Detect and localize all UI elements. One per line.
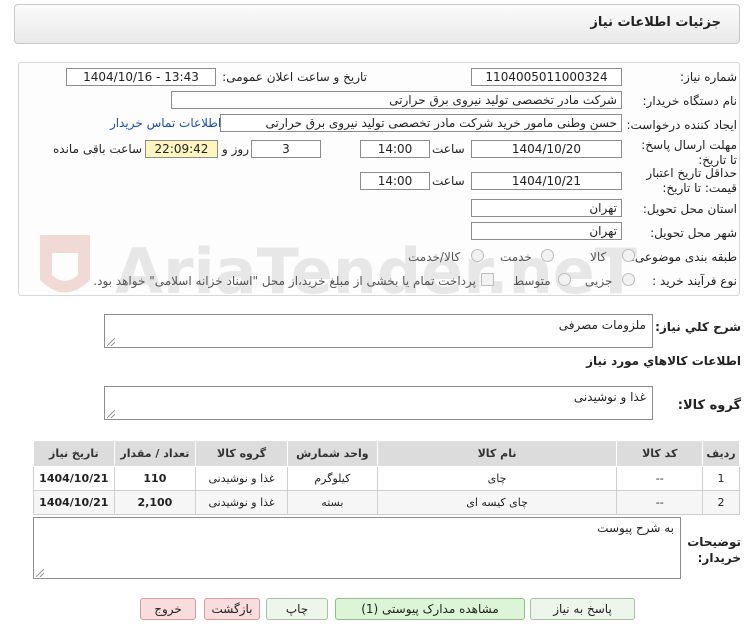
process-option-minor: جزیی [585, 274, 613, 288]
city-field: تهران [471, 222, 622, 240]
remaining-time-label: ساعت باقی مانده [53, 142, 143, 156]
goods-group-label: گروه کالا: [677, 398, 741, 413]
col-unit: واحد شمارش [286, 440, 378, 467]
goods-group-value: غذا و نوشیدنی [573, 390, 646, 404]
page-title: جزئیات اطلاعات نیاز [590, 15, 721, 30]
reply-deadline-time-field: 14:00 [360, 140, 430, 158]
process-radio-medium[interactable] [558, 273, 571, 286]
category-option-goods: کالا [590, 250, 607, 264]
price-validity-time-field: 14:00 [360, 172, 430, 190]
buyer-org-field: شرکت مادر تخصصی تولید نیروی برق حرارتی [171, 91, 622, 109]
category-label: طبقه بندی موضوعی: [630, 250, 737, 264]
goods-group-textarea: غذا و نوشیدنی [104, 386, 653, 420]
cell-item-code: -- [616, 466, 704, 491]
cell-item-name: چای [376, 466, 618, 491]
city-label: شهر محل تحویل: [650, 226, 737, 240]
col-row-number: ردیف [702, 440, 740, 467]
remaining-time-field: 22:09:42 [145, 140, 218, 158]
goods-info-heading: اطلاعات کالاهاي مورد نياز [586, 354, 741, 368]
announce-datetime-field: 1404/10/16 - 13:43 [66, 68, 216, 86]
cell-unit: بسته [286, 490, 378, 515]
category-option-service: خدمت [500, 250, 532, 264]
exit-button[interactable]: خروج [140, 598, 196, 620]
cell-unit: کیلوگرم [286, 466, 378, 491]
col-quantity: تعداد / مقدار [113, 440, 197, 467]
cell-quantity: 2,100 [113, 490, 197, 515]
reply-deadline-date-field: 1404/10/20 [471, 140, 622, 158]
items-table-header: ردیف کد کالا نام کالا واحد شمارش گروه کا… [33, 440, 740, 467]
page-header: جزئیات اطلاعات نیاز [14, 4, 740, 44]
resize-grip-icon [107, 410, 115, 418]
back-button[interactable]: بازگشت [204, 598, 260, 620]
price-validity-date-field: 1404/10/21 [471, 172, 622, 190]
resize-grip-icon [36, 569, 44, 577]
col-item-code: کد کالا [616, 440, 704, 467]
buyer-notes-value: به شرح پیوست [597, 521, 674, 535]
process-radio-minor[interactable] [622, 273, 635, 286]
need-number-label: شماره نیاز: [680, 70, 737, 84]
buyer-org-label: نام دستگاه خریدار: [642, 94, 738, 108]
treasury-payment-checkbox[interactable] [481, 273, 494, 286]
col-goods-group: گروه کالا [195, 440, 288, 467]
table-row: 1 -- چای کیلوگرم غذا و نوشیدنی 110 1404/… [33, 466, 740, 491]
category-radio-goods[interactable] [622, 249, 635, 262]
description-value: ملزومات مصرفی [558, 318, 646, 332]
category-radio-goods-service[interactable] [471, 249, 484, 262]
process-option-medium: متوسط [513, 274, 551, 288]
treasury-payment-note: پرداخت تمام یا بخشی از مبلغ خرید،از محل … [93, 274, 476, 288]
buyer-notes-label: توضیحات خریدار: [687, 535, 741, 565]
cell-goods-group: غذا و نوشیدنی [195, 490, 288, 515]
province-field: تهران [471, 199, 622, 217]
cell-item-code: -- [616, 490, 704, 515]
reply-button[interactable]: پاسخ به نیاز [530, 598, 635, 620]
requester-label: ایجاد کننده درخواست: [626, 118, 737, 132]
price-validity-time-label: ساعت [432, 174, 465, 188]
price-validity-label: حداقل تاریخ اعتبار قیمت: تا تاریخ: [646, 166, 737, 195]
category-radio-service[interactable] [541, 249, 554, 262]
province-label: استان محل تحویل: [642, 202, 737, 216]
col-need-date: تاریخ نیاز [33, 440, 115, 467]
buyer-notes-textarea: به شرح پیوست [33, 517, 681, 579]
reply-deadline-label: مهلت ارسال پاسخ: تا تاریخ: [641, 138, 737, 167]
cell-row-number: 1 [702, 466, 740, 491]
announce-datetime-label: تاریخ و ساعت اعلان عمومی: [222, 70, 367, 84]
col-item-name: نام کالا [376, 440, 618, 467]
requester-field: حسن وطنی مامور خرید شرکت مادر تخصصی تولی… [220, 114, 622, 132]
remaining-days-label: روز و [222, 142, 249, 156]
buyer-contact-link[interactable]: اطلاعات تماس خریدار [110, 116, 221, 130]
description-textarea: ملزومات مصرفی [104, 314, 653, 348]
cell-row-number: 2 [702, 490, 740, 515]
remaining-days-field: 3 [251, 140, 321, 158]
description-label: شرح کلي نياز: [655, 320, 741, 334]
table-row: 2 -- چای کیسه ای بسته غذا و نوشیدنی 2,10… [33, 490, 740, 515]
need-number-field: 1104005011000324 [471, 68, 622, 86]
cell-need-date: 1404/10/21 [33, 466, 115, 491]
cell-quantity: 110 [113, 466, 197, 491]
cell-goods-group: غذا و نوشیدنی [195, 466, 288, 491]
print-button[interactable]: چاپ [266, 598, 328, 620]
reply-deadline-time-label: ساعت [432, 142, 465, 156]
category-option-goods-service: کالا/خدمت [408, 250, 461, 264]
cell-need-date: 1404/10/21 [33, 490, 115, 515]
cell-item-name: چای کیسه ای [376, 490, 618, 515]
items-table: ردیف کد کالا نام کالا واحد شمارش گروه کا… [33, 440, 740, 515]
resize-grip-icon [107, 338, 115, 346]
view-attachments-button[interactable]: مشاهده مدارک پیوستی (1) [335, 598, 525, 620]
process-type-label: نوع فرآیند خرید : [652, 274, 737, 288]
